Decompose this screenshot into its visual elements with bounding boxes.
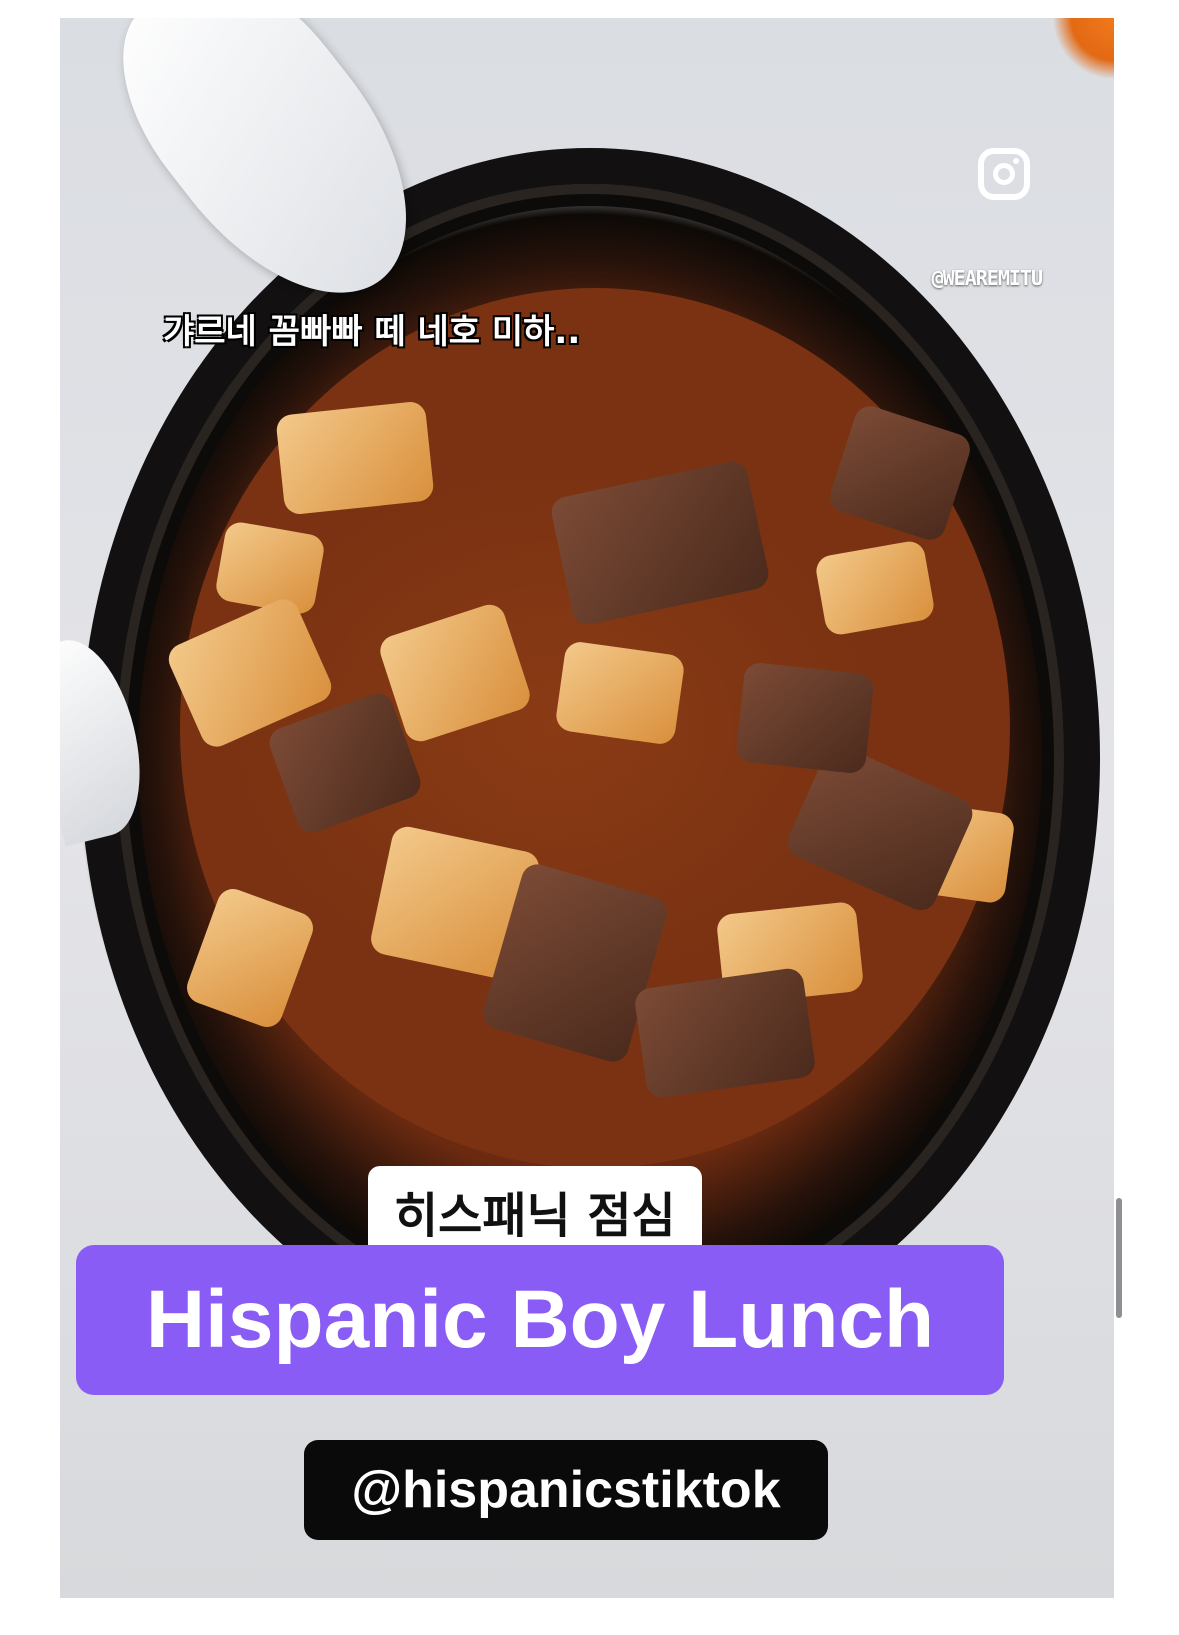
source-tag: @hispanicstiktok [304, 1440, 828, 1540]
potato-chunk [275, 400, 435, 516]
potato-chunk [813, 539, 937, 637]
meat-chunk [633, 966, 817, 1100]
orange-object [1054, 18, 1114, 78]
potato-chunk [213, 519, 327, 617]
source-tag-text: @hispanicstiktok [351, 1461, 781, 1519]
scrollbar[interactable] [1116, 1198, 1122, 1318]
potato-chunk [554, 640, 686, 746]
caption-top: 갸르네 꼼빠빠 떼 네호 미하.. [163, 312, 581, 352]
korean-subtitle: 히스패닉 점심 [368, 1166, 702, 1256]
meat-chunk [548, 458, 772, 628]
title-banner: Hispanic Boy Lunch [76, 1245, 1004, 1395]
title-text: Hispanic Boy Lunch [145, 1274, 935, 1365]
video-frame[interactable]: @WEAREMITU 갸르네 꼼빠빠 떼 네호 미하.. 히스패닉 점심 His… [60, 18, 1114, 1598]
watermark-handle: @WEAREMITU [931, 266, 1043, 290]
stew [163, 288, 1016, 1168]
instagram-icon [978, 148, 1030, 200]
meat-chunk [735, 661, 875, 775]
